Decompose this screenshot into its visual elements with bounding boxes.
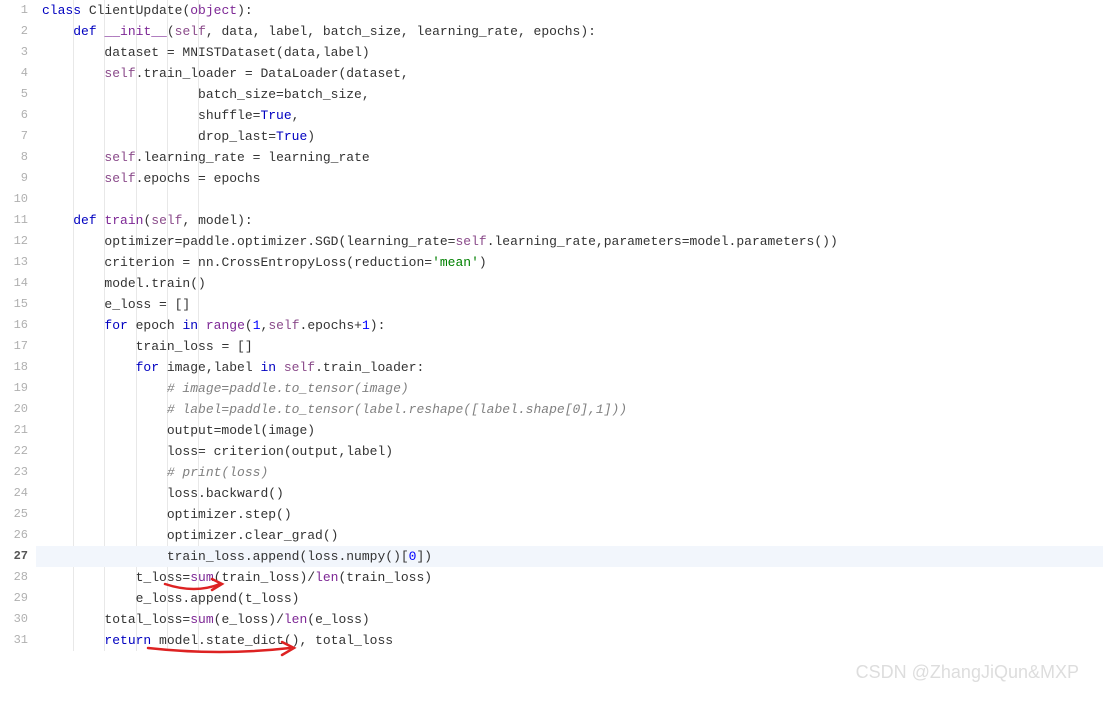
line-number: 30 xyxy=(0,609,28,630)
line-number: 5 xyxy=(0,84,28,105)
line-number: 1 xyxy=(0,0,28,21)
code-line[interactable]: loss.backward() xyxy=(36,483,1103,504)
code-line[interactable]: train_loss.append(loss.numpy()[0]) xyxy=(36,546,1103,567)
line-number: 27 xyxy=(0,546,28,567)
code-line[interactable]: # image=paddle.to_tensor(image) xyxy=(36,378,1103,399)
code-line[interactable]: for epoch in range(1,self.epochs+1): xyxy=(36,315,1103,336)
code-area[interactable]: class ClientUpdate(object): def __init__… xyxy=(36,0,1103,651)
code-line[interactable]: train_loss = [] xyxy=(36,336,1103,357)
code-line[interactable]: # label=paddle.to_tensor(label.reshape([… xyxy=(36,399,1103,420)
code-line[interactable]: e_loss.append(t_loss) xyxy=(36,588,1103,609)
code-line[interactable]: e_loss = [] xyxy=(36,294,1103,315)
line-number: 16 xyxy=(0,315,28,336)
code-line[interactable]: drop_last=True) xyxy=(36,126,1103,147)
code-line[interactable]: shuffle=True, xyxy=(36,105,1103,126)
line-number: 31 xyxy=(0,630,28,651)
line-number: 7 xyxy=(0,126,28,147)
code-line[interactable]: def train(self, model): xyxy=(36,210,1103,231)
code-line[interactable]: optimizer.clear_grad() xyxy=(36,525,1103,546)
line-number: 8 xyxy=(0,147,28,168)
line-number: 17 xyxy=(0,336,28,357)
code-line[interactable]: self.train_loader = DataLoader(dataset, xyxy=(36,63,1103,84)
line-number: 9 xyxy=(0,168,28,189)
line-number: 10 xyxy=(0,189,28,210)
line-number: 23 xyxy=(0,462,28,483)
code-line[interactable]: self.epochs = epochs xyxy=(36,168,1103,189)
code-line[interactable]: # print(loss) xyxy=(36,462,1103,483)
code-line[interactable]: optimizer=paddle.optimizer.SGD(learning_… xyxy=(36,231,1103,252)
line-number: 25 xyxy=(0,504,28,525)
line-number: 11 xyxy=(0,210,28,231)
code-line[interactable]: for image,label in self.train_loader: xyxy=(36,357,1103,378)
line-number: 21 xyxy=(0,420,28,441)
line-number: 19 xyxy=(0,378,28,399)
line-number: 3 xyxy=(0,42,28,63)
code-line[interactable] xyxy=(36,189,1103,210)
code-line[interactable]: batch_size=batch_size, xyxy=(36,84,1103,105)
line-number: 24 xyxy=(0,483,28,504)
line-number: 15 xyxy=(0,294,28,315)
line-number: 2 xyxy=(0,21,28,42)
code-line[interactable]: total_loss=sum(e_loss)/len(e_loss) xyxy=(36,609,1103,630)
code-line[interactable]: loss= criterion(output,label) xyxy=(36,441,1103,462)
code-line[interactable]: self.learning_rate = learning_rate xyxy=(36,147,1103,168)
code-line[interactable]: def __init__(self, data, label, batch_si… xyxy=(36,21,1103,42)
line-number: 29 xyxy=(0,588,28,609)
code-line[interactable]: optimizer.step() xyxy=(36,504,1103,525)
code-line[interactable]: model.train() xyxy=(36,273,1103,294)
line-number: 13 xyxy=(0,252,28,273)
code-editor[interactable]: 1234567891011121314151617181920212223242… xyxy=(0,0,1103,651)
line-number: 22 xyxy=(0,441,28,462)
line-number: 20 xyxy=(0,399,28,420)
code-line[interactable]: criterion = nn.CrossEntropyLoss(reductio… xyxy=(36,252,1103,273)
line-number: 4 xyxy=(0,63,28,84)
code-line[interactable]: class ClientUpdate(object): xyxy=(36,0,1103,21)
code-line[interactable]: output=model(image) xyxy=(36,420,1103,441)
code-line[interactable]: t_loss=sum(train_loss)/len(train_loss) xyxy=(36,567,1103,588)
line-number: 6 xyxy=(0,105,28,126)
line-number: 12 xyxy=(0,231,28,252)
line-number: 28 xyxy=(0,567,28,588)
code-line[interactable]: dataset = MNISTDataset(data,label) xyxy=(36,42,1103,63)
line-number: 14 xyxy=(0,273,28,294)
line-number: 26 xyxy=(0,525,28,546)
watermark-text: CSDN @ZhangJiQun&MXP xyxy=(856,662,1079,683)
line-number: 18 xyxy=(0,357,28,378)
code-line[interactable]: return model.state_dict(), total_loss xyxy=(36,630,1103,651)
line-gutter: 1234567891011121314151617181920212223242… xyxy=(0,0,36,651)
